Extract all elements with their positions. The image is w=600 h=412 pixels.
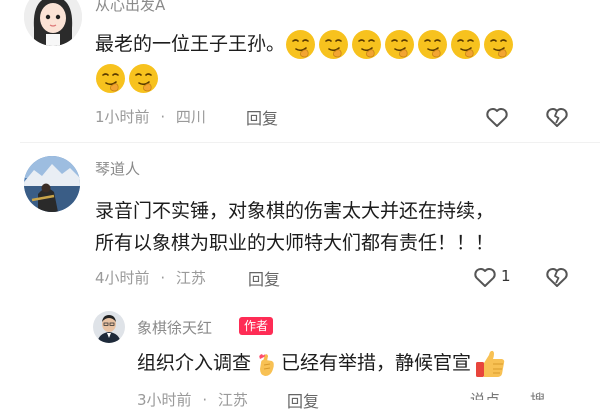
smirk-emoji [417, 29, 448, 60]
comment-text-content: 最老的一位王子王孙。 [95, 33, 286, 55]
avatar-image [24, 156, 80, 212]
comment-time: 4小时前 [95, 269, 150, 287]
dislike-broken-heart-icon[interactable] [543, 103, 571, 131]
reply-time: 3小时前 [137, 391, 192, 409]
reply-text-part2: 已经有举措，静候官宣 [281, 352, 472, 374]
smirk-emoji [450, 29, 481, 60]
thumbs-up-emoji [475, 349, 507, 379]
smirk-emoji [128, 63, 159, 94]
reply-username[interactable]: 象棋徐天红 [137, 317, 212, 338]
like-count: 1 [501, 267, 511, 285]
comment-text: 最老的一位王子王孙。 [95, 27, 516, 61]
meta-separator: · [202, 391, 208, 409]
smirk-emoji [318, 29, 349, 60]
avatar[interactable] [24, 156, 80, 212]
reply-text-part1: 组织介入调查 [137, 352, 252, 374]
comment-input-bar[interactable]: 说点……搜 [466, 386, 596, 400]
comment-text: 录音门不实锤，对象棋的伤害太大并还在持续， [95, 200, 495, 222]
smirk-emoji [95, 63, 126, 94]
avatar[interactable] [24, 0, 82, 46]
smirk-emoji [351, 29, 382, 60]
dislike-broken-heart-icon[interactable] [543, 263, 571, 291]
comment-username[interactable]: 琴道人 [95, 158, 140, 179]
reply-button[interactable]: 回复 [287, 388, 319, 412]
meta-separator: · [160, 269, 166, 287]
comment-text: 所有以象棋为职业的大师特大们都有责任！！！ [95, 232, 495, 254]
comment-meta: 4小时前 · 江苏 [95, 267, 206, 288]
crossed-fingers-heart-emoji [253, 349, 279, 379]
comment-location: 江苏 [175, 269, 206, 287]
emoji-group [95, 61, 161, 95]
smirk-emoji [483, 29, 514, 60]
author-badge: 作者 [239, 317, 274, 335]
divider [20, 142, 600, 143]
reply-location: 江苏 [217, 391, 248, 409]
comment-location: 四川 [175, 108, 206, 126]
reply-button[interactable]: 回复 [246, 105, 278, 129]
avatar-image [93, 311, 125, 343]
avatar[interactable] [93, 311, 125, 343]
emoji-group [285, 30, 516, 59]
comment-time: 1小时前 [95, 108, 150, 126]
smirk-emoji [285, 29, 316, 60]
smirk-emoji [384, 29, 415, 60]
comment-meta: 1小时前 · 四川 [95, 106, 206, 127]
comment-input-placeholder: 说点……搜 [470, 391, 546, 400]
like-heart-icon[interactable] [471, 263, 499, 291]
comment-username[interactable]: 从心出发A [95, 0, 165, 15]
reply-button[interactable]: 回复 [248, 266, 280, 290]
avatar-image [24, 0, 82, 46]
meta-separator: · [160, 108, 166, 126]
like-heart-icon[interactable] [483, 103, 511, 131]
reply-text: 组织介入调查 已经有举措，静候官宣 [137, 346, 507, 380]
